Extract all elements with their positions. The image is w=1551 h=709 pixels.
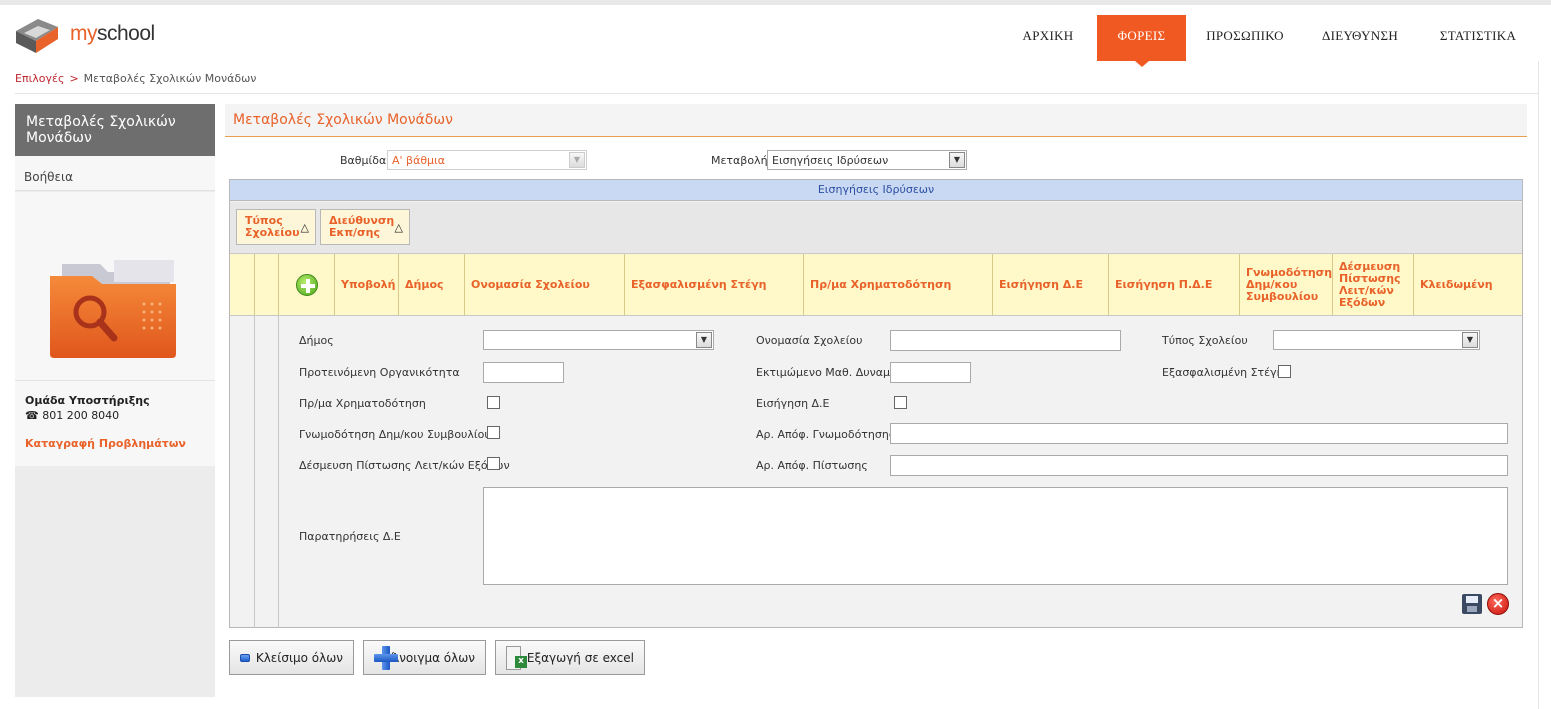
- school-type-label: Τύπος Σχολείου: [1162, 334, 1248, 347]
- funding-label: Πρ/μα Χρηματοδότηση: [299, 397, 426, 410]
- collapse-all-button[interactable]: Κλείσιμο όλων: [229, 640, 354, 675]
- school-name-label: Ονομασία Σχολείου: [756, 334, 863, 347]
- header-municipality[interactable]: Δήμος: [399, 254, 465, 315]
- header-spacer: [230, 254, 255, 315]
- level-select[interactable]: Α' βάθμια ▼: [387, 150, 587, 170]
- de-proposal-checkbox[interactable]: [894, 396, 907, 409]
- sidebar-title: Μεταβολές Σχολικών Μονάδων: [15, 104, 215, 156]
- filters-bar: Βαθμίδα Α' βάθμια ▼ Μεταβολή Εισηγήσεις Ι…: [225, 150, 1525, 172]
- municipality-label: Δήμος: [299, 334, 334, 347]
- support-phone: ☎ 801 200 8040: [25, 409, 120, 422]
- phone-icon: ☎: [25, 409, 39, 422]
- credit-commitment-label: Δέσμευση Πίστωσης Λειτ/κών Εξόδων: [299, 459, 510, 472]
- opinion-decision-number-input[interactable]: [890, 423, 1508, 444]
- nav-item-home[interactable]: ΑΡΧΙΚΗ: [1010, 15, 1086, 61]
- opinion-decision-number-label: Αρ. Απόφ. Γνωμοδότησης: [756, 428, 896, 441]
- estimated-students-input[interactable]: [890, 362, 971, 383]
- header-pde-proposal[interactable]: Εισήγηση Π.Δ.Ε: [1109, 254, 1240, 315]
- chevron-down-icon: ▼: [949, 152, 965, 168]
- grid-line: [254, 316, 255, 628]
- header-credit-commitment[interactable]: Δέσμευση Πίστωσης Λειτ/κών Εξόδων: [1333, 254, 1414, 315]
- header-de-proposal[interactable]: Εισήγηση Δ.Ε: [993, 254, 1109, 315]
- panel-title: Μεταβολές Σχολικών Μονάδων: [225, 104, 1527, 137]
- plus-icon: [374, 645, 398, 670]
- chevron-down-icon: ▼: [1462, 332, 1478, 348]
- data-grid: Εισηγήσεις Ιδρύσεων Τύπος Σχολείου △ Διεύ…: [229, 179, 1523, 628]
- minus-icon: [240, 653, 250, 662]
- grid-header: Υποβολή Δήμος Ονομασία Σχολείου Εξασφαλι…: [230, 254, 1522, 316]
- funding-checkbox[interactable]: [487, 396, 500, 409]
- header: myschool ΑΡΧΙΚΗ ΦΟΡΕΙΣ ΠΡΟΣΩΠΙΚΟ ΔΙΕΥΘΥΝ…: [0, 5, 1551, 67]
- grid-line: [278, 316, 279, 628]
- myschool-logo[interactable]: myschool: [14, 17, 164, 57]
- estimated-students-label: Εκτιμώμενο Μαθ. Δυναμικό: [756, 366, 907, 379]
- municipality-select[interactable]: ▼: [483, 330, 714, 350]
- report-problems-link[interactable]: Καταγραφή Προβλημάτων: [25, 437, 205, 450]
- header-school-name[interactable]: Ονομασία Σχολείου: [465, 254, 625, 315]
- grid-caption: Εισηγήσεις Ιδρύσεων: [230, 180, 1522, 201]
- logo-icon: [16, 19, 58, 53]
- expand-all-button[interactable]: Άνοιγμα όλων: [363, 640, 486, 675]
- triangle-up-icon: △: [300, 221, 309, 234]
- add-icon[interactable]: [295, 273, 318, 296]
- sidebar-illustration: [15, 192, 215, 380]
- save-icon[interactable]: [1462, 594, 1482, 614]
- notes-textarea[interactable]: [483, 487, 1508, 585]
- nav-item-foreis[interactable]: ΦΟΡΕΙΣ: [1097, 15, 1186, 67]
- header-funding[interactable]: Πρ/μα Χρηματοδότηση: [804, 254, 993, 315]
- secured-housing-label: Εξασφαλισμένη Στέγη: [1162, 366, 1284, 379]
- breadcrumb-home-link[interactable]: Επιλογές: [15, 72, 64, 85]
- change-label: Μεταβολή: [711, 154, 768, 167]
- chevron-down-icon: ▼: [569, 152, 585, 168]
- header-council-opinion[interactable]: Γνωμοδότηση Δημ/κου Συμβουλίου: [1240, 254, 1333, 315]
- change-select[interactable]: Εισηγήσεις Ιδρύσεων ▼: [767, 150, 967, 170]
- logo-text: myschool: [70, 22, 155, 45]
- school-name-input[interactable]: [890, 330, 1121, 351]
- excel-icon: [506, 645, 527, 670]
- proposed-organization-input[interactable]: [483, 362, 564, 383]
- credit-decision-number-input[interactable]: [890, 455, 1508, 476]
- chevron-down-icon: ▼: [696, 332, 712, 348]
- nav-item-directorate[interactable]: ΔΙΕΥΘΥΝΣΗ: [1312, 15, 1408, 61]
- page-border: [1538, 61, 1539, 709]
- breadcrumb-current: Μεταβολές Σχολικών Μονάδων: [83, 72, 257, 85]
- breadcrumb-separator: >: [69, 72, 79, 85]
- header-add-cell: [279, 254, 335, 315]
- council-opinion-label: Γνωμοδότηση Δημ/κου Συμβουλίου: [299, 428, 491, 441]
- folder-search-icon: [50, 260, 176, 358]
- header-spacer: [255, 254, 279, 315]
- council-opinion-checkbox[interactable]: [487, 426, 500, 439]
- nav-item-personnel[interactable]: ΠΡΟΣΩΠΙΚΟ: [1196, 15, 1294, 61]
- support-title: Ομάδα Υποστήριξης: [25, 394, 150, 407]
- cancel-icon[interactable]: ×: [1487, 593, 1509, 615]
- group-button-school-type[interactable]: Τύπος Σχολείου △: [236, 209, 316, 245]
- de-proposal-label: Εισήγηση Δ.Ε: [756, 397, 830, 410]
- sidebar: Μεταβολές Σχολικών Μονάδων Βοήθεια Ομάδα…: [15, 104, 215, 697]
- credit-commitment-checkbox[interactable]: [487, 457, 500, 470]
- proposed-organization-label: Προτεινόμενη Οργανικότητα: [299, 366, 460, 379]
- school-type-select[interactable]: ▼: [1273, 330, 1480, 350]
- sidebar-help-link[interactable]: Βοήθεια: [15, 156, 215, 191]
- group-button-directorate[interactable]: Διεύθυνση Εκπ/σης △: [320, 209, 410, 245]
- group-bar: Τύπος Σχολείου △ Διεύθυνση Εκπ/σης △: [230, 202, 1522, 254]
- secured-housing-checkbox[interactable]: [1278, 365, 1291, 378]
- support-box: Ομάδα Υποστήριξης ☎ 801 200 8040 Καταγρα…: [15, 380, 215, 466]
- breadcrumb: Επιλογές > Μεταβολές Σχολικών Μονάδων: [15, 72, 256, 85]
- level-label: Βαθμίδα: [340, 154, 387, 167]
- notes-label: Παρατηρήσεις Δ.Ε: [299, 530, 401, 543]
- triangle-up-icon: △: [394, 221, 403, 234]
- export-excel-button[interactable]: Εξαγωγή σε excel: [495, 640, 645, 675]
- header-submission[interactable]: Υποβολή: [335, 254, 399, 315]
- nav-item-statistics[interactable]: ΣΤΑΤΙΣΤΙΚΑ: [1428, 15, 1528, 61]
- header-secured-housing[interactable]: Εξασφαλισμένη Στέγη: [625, 254, 804, 315]
- credit-decision-number-label: Αρ. Απόφ. Πίστωσης: [756, 459, 868, 472]
- header-locked[interactable]: Κλειδωμένη: [1414, 254, 1522, 315]
- divider: [15, 93, 1538, 94]
